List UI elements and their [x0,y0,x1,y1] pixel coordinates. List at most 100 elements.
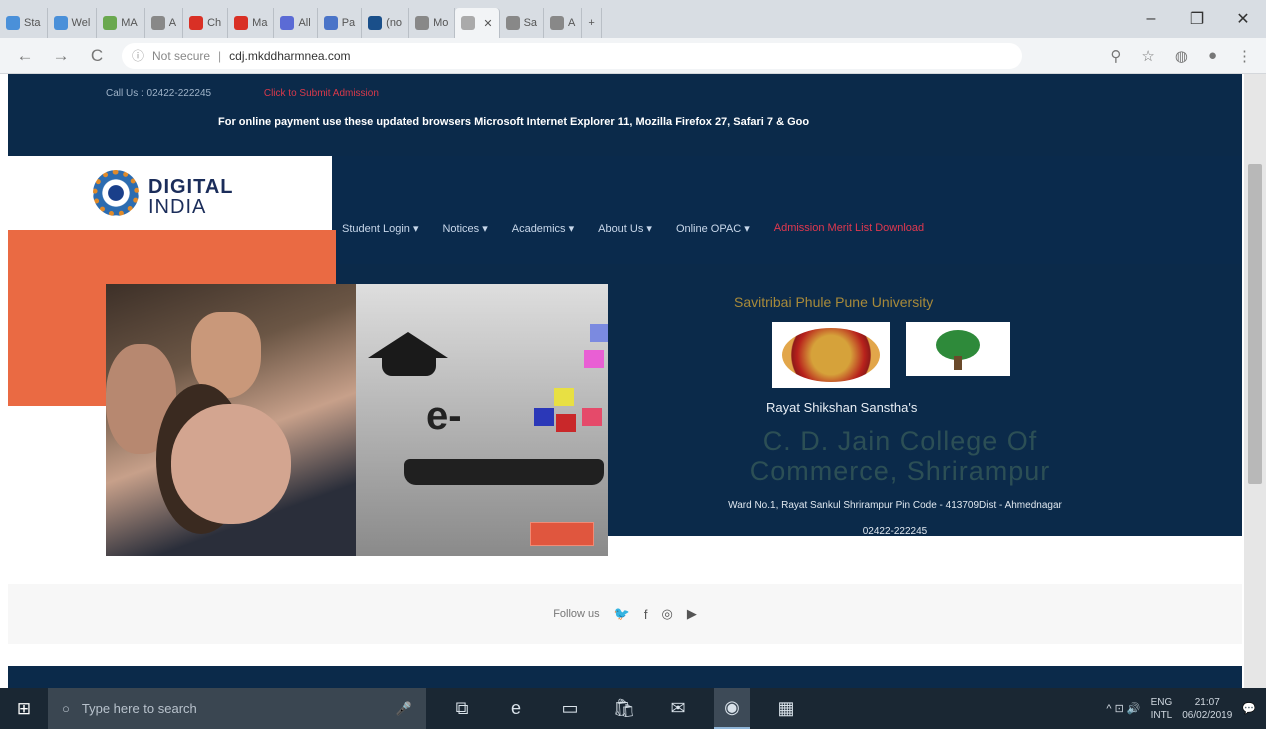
color-square [556,414,576,432]
tree-trunk [954,356,962,370]
tab-favicon-icon [189,16,204,30]
tab-label: Pa [341,17,356,29]
tab-label: MA [121,17,138,29]
tab-favicon-icon [415,16,430,30]
app-icon[interactable]: ▦ [768,688,804,729]
browser-tab[interactable]: A [544,8,583,38]
facebook-icon[interactable]: f [644,607,648,622]
clock[interactable]: 21:07 06/02/2019 [1182,696,1232,722]
digital-india-logo[interactable]: DIGITAL INDIA [8,156,332,230]
new-tab-button[interactable]: + [582,8,602,38]
browser-tab[interactable]: A [145,8,184,38]
tab-favicon-icon [6,16,20,30]
back-arrow-icon[interactable]: ← [14,46,36,66]
tab-label: Sa [523,17,538,29]
microphone-icon[interactable]: 🎤 [396,701,412,717]
browser-tab[interactable]: Ma [228,8,275,38]
reload-icon[interactable]: C [86,46,108,66]
hero-image: e- [106,284,608,556]
edge-browser-icon[interactable]: e [498,688,534,729]
color-square [554,388,574,406]
browser-tab[interactable]: Mo [409,8,456,38]
twitter-icon[interactable]: 🐦 [614,606,630,622]
file-explorer-icon[interactable]: ▭ [552,688,588,729]
windows-start-button[interactable]: ⊞ [0,688,48,729]
contact-phone: Call Us : 02422-222245 [106,88,212,99]
browser-tab-active[interactable]: ✕ [455,8,500,38]
taskbar-search[interactable]: ○ Type here to search 🎤 [48,688,426,729]
tab-close-icon[interactable]: ✕ [483,17,492,30]
logo-text-india: INDIA [148,196,207,218]
info-icon[interactable]: ⓘ [132,47,144,64]
bookmark-star-icon[interactable]: ☆ [1141,47,1154,65]
windows-taskbar: ⊞ ○ Type here to search 🎤 ⧉ e ▭ 🛍 ✉ ◉ ▦ … [0,688,1266,729]
tab-favicon-icon [280,16,295,30]
separator: | [218,48,222,63]
menu-student-login[interactable]: Student Login ▾ [342,222,418,235]
menu-notices[interactable]: Notices ▾ [442,222,487,235]
tab-label: A [168,17,177,29]
forward-arrow-icon[interactable]: → [50,46,72,66]
tab-favicon-icon [550,16,565,30]
tab-label: Ma [252,17,268,29]
student-face [171,404,291,524]
tab-favicon-icon [234,16,249,30]
browser-tab[interactable]: Wel [48,8,98,38]
maximize-button[interactable]: ❐ [1174,0,1220,38]
security-label: Not secure [152,48,211,63]
color-square [582,408,602,426]
menu-about-us[interactable]: About Us ▾ [598,222,652,235]
menu-online-opac[interactable]: Online OPAC ▾ [676,222,750,235]
menu-merit-list[interactable]: Admission Merit List Download [774,222,924,235]
tab-favicon-icon [323,16,338,30]
instagram-icon[interactable]: ◎ [661,606,672,622]
menu-academics[interactable]: Academics ▾ [512,222,574,235]
address-bar[interactable]: ⓘ Not secure | cdj.mkddharmnea.com [122,42,1022,69]
youtube-icon[interactable]: ▶ [687,606,697,622]
minimize-button[interactable]: – [1128,0,1174,38]
tray-icons[interactable]: ^ ⊡ 🔊 [1106,702,1140,715]
profile-icon[interactable]: ● [1208,47,1217,65]
laptop-icon [404,459,604,485]
tab-favicon-icon [461,16,476,30]
menu-kebab-icon[interactable]: ⋮ [1237,47,1252,65]
cortana-icon: ○ [62,701,70,716]
admission-link[interactable]: Click to Submit Admission [264,88,379,99]
browser-tab[interactable]: Sta [0,8,48,38]
notifications-icon[interactable]: 💬 [1242,702,1256,715]
e-learning-graphic: e- [356,284,608,556]
browser-tab[interactable]: Sa [500,8,545,38]
graduation-cap-icon [368,332,448,358]
browser-tab[interactable]: Pa [318,8,363,38]
language-indicator[interactable]: ENG INTL [1151,696,1173,722]
college-name: C. D. Jain College Of Commerce, Shriramp… [749,426,1051,486]
zoom-icon[interactable]: ⚲ [1110,47,1121,65]
url-text[interactable]: cdj.mkddharmnea.com [229,49,350,63]
color-square [534,408,554,426]
extension-icon[interactable]: ◍ [1175,47,1188,65]
browser-tab[interactable]: (no [362,8,410,38]
store-icon[interactable]: 🛍 [606,688,642,729]
follow-us-label: Follow us [553,608,600,620]
scrollbar-thumb[interactable] [1248,164,1262,484]
system-tray: ^ ⊡ 🔊 ENG INTL 21:07 06/02/2019 💬 [1106,696,1266,722]
tab-label: Ch [207,17,222,29]
color-square [584,350,604,368]
browser-tab[interactable]: MA [97,8,145,38]
browser-tab[interactable]: Ch [183,8,229,38]
hero-close-button[interactable] [530,522,594,546]
close-button[interactable]: ✕ [1220,0,1266,38]
browser-notice: For online payment use these updated bro… [218,116,810,128]
tab-favicon-icon [368,16,383,30]
college-phone: 02422-222245 [862,526,928,537]
browser-tab[interactable]: All [274,8,318,38]
university-name: Savitribai Phule Pune University [734,294,934,310]
college-address: Ward No.1, Rayat Sankul Shrirampur Pin C… [728,500,1062,511]
task-view-icon[interactable]: ⧉ [444,688,480,729]
page-scrollbar[interactable] [1244,74,1266,688]
follow-us-bar: Follow us 🐦 f ◎ ▶ [8,584,1242,644]
mail-icon[interactable]: ✉ [660,688,696,729]
browser-toolbar: ← → C ⓘ Not secure | cdj.mkddharmnea.com… [0,38,1266,74]
chrome-icon[interactable]: ◉ [714,688,750,729]
footer-band [8,666,1242,688]
